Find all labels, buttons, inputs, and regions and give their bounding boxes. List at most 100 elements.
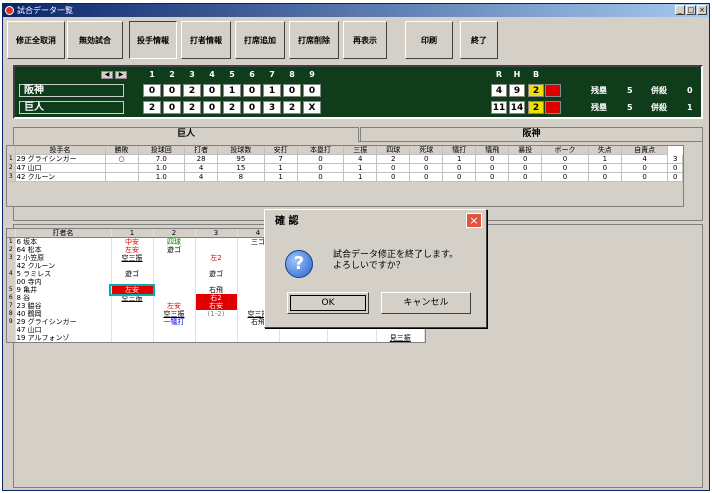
empty-cell: [138, 189, 185, 198]
toolbar-button-9[interactable]: 終了: [460, 21, 498, 59]
at-bat-result[interactable]: [279, 334, 328, 342]
at-bat-result[interactable]: 空三振: [111, 294, 154, 302]
toolbar-button-8[interactable]: 印刷: [405, 21, 453, 59]
minimize-button[interactable]: _: [675, 5, 685, 15]
at-bat-result[interactable]: [111, 262, 154, 270]
toolbar-button-2[interactable]: 無効試合: [67, 21, 123, 59]
zanrui-value: 5: [627, 103, 633, 112]
pitcher-stat: 0: [667, 163, 683, 173]
pitcher-stat: 0: [442, 163, 477, 173]
at-bat-result[interactable]: [153, 294, 196, 302]
empty-cell: [184, 189, 218, 198]
zanrui-label: 残塁: [591, 103, 607, 112]
at-bat-result[interactable]: [237, 334, 280, 342]
prev-inning-button[interactable]: ◀: [101, 71, 113, 79]
heisatsu-label: 併殺: [651, 86, 667, 95]
at-bat-result[interactable]: 遊ゴ: [153, 246, 196, 254]
cancel-button[interactable]: キャンセル: [381, 292, 471, 314]
pitcher-row[interactable]: 2 47 山口 1.0 4 15 1 0 1 0 0 0 0 0 0 0 0 0: [7, 163, 683, 173]
at-bat-result[interactable]: [195, 326, 238, 334]
at-bat-result[interactable]: [111, 326, 154, 334]
row-num-header: [7, 229, 16, 238]
at-bat-result[interactable]: 空三振: [111, 254, 154, 262]
empty-cell: [264, 181, 298, 190]
empty-cell: [667, 181, 683, 190]
at-bat-result[interactable]: 左安: [153, 302, 196, 310]
at-bat-result[interactable]: 右飛: [195, 286, 238, 294]
toolbar-button-5[interactable]: 打席追加: [235, 21, 285, 59]
inning-header: 3: [189, 70, 195, 79]
at-bat-result[interactable]: [153, 278, 196, 286]
at-bat-result[interactable]: 中安: [111, 237, 154, 246]
at-bat-result[interactable]: [111, 318, 154, 326]
at-bat-result[interactable]: [195, 334, 238, 342]
at-bat-result[interactable]: 一犠打: [153, 318, 196, 326]
at-bat-result[interactable]: [195, 237, 238, 246]
ok-button[interactable]: OK: [287, 292, 369, 314]
pitcher-stat: [105, 163, 139, 173]
tab-kyojin[interactable]: 巨人: [13, 127, 359, 142]
empty-cell: [475, 181, 509, 190]
pitcher-stat: 0: [409, 172, 444, 182]
row-num-header: [7, 146, 16, 155]
at-bat-result[interactable]: [327, 334, 377, 342]
total-header: [545, 70, 561, 79]
close-button[interactable]: ×: [697, 5, 707, 15]
at-bat-result[interactable]: 遊ゴ: [111, 270, 154, 278]
inning-header: 4: [209, 70, 215, 79]
toolbar-button-6[interactable]: 打席削除: [289, 21, 339, 59]
inning-header: 1: [149, 70, 155, 79]
row-number: 5: [7, 286, 16, 294]
at-bat-result[interactable]: [153, 326, 196, 334]
row-number: [7, 262, 16, 270]
at-bat-result[interactable]: 四球: [153, 237, 196, 246]
toolbar-button-4[interactable]: 打者情報: [181, 21, 231, 59]
tab-hanshin[interactable]: 阪神: [360, 127, 703, 141]
pitcher-col-header: 失点: [588, 146, 622, 155]
empty-cell: [297, 197, 344, 206]
at-bat-result[interactable]: 左安: [111, 246, 154, 254]
maximize-button[interactable]: □: [686, 5, 696, 15]
at-bat-result[interactable]: [153, 270, 196, 278]
at-bat-result[interactable]: [153, 286, 196, 294]
empty-cell: [264, 197, 298, 206]
dialog-close-icon[interactable]: ×: [466, 213, 482, 228]
at-bat-result[interactable]: [153, 334, 196, 342]
at-bat-result[interactable]: 右2: [195, 294, 238, 302]
at-bat-result[interactable]: [153, 262, 196, 270]
pitcher-col-header: 犠打: [442, 146, 477, 155]
at-bat-result[interactable]: 右安: [195, 302, 238, 310]
at-bat-result[interactable]: [195, 262, 238, 270]
next-inning-button[interactable]: ▶: [115, 71, 127, 79]
at-bat-result[interactable]: 左2: [195, 254, 238, 262]
batter-name: 29 グライシンガー: [15, 318, 112, 326]
toolbar-button-7[interactable]: 再表示: [343, 21, 387, 59]
pitcher-row[interactable]: 1 29 グライシンガー ○ 7.0 28 95 7 0 4 2 0 1 0 0 0 1 4 3: [7, 154, 683, 164]
at-bat-result[interactable]: [153, 254, 196, 262]
total-e: [545, 101, 561, 114]
at-bat-result[interactable]: (1-2): [195, 310, 238, 318]
pitcher-stat: 0: [588, 163, 622, 173]
at-bat-result[interactable]: [111, 310, 154, 318]
row-number: [7, 278, 16, 286]
pitcher-stat: 0: [588, 172, 622, 182]
zanrui-value: 5: [627, 86, 633, 95]
empty-cell: [475, 197, 509, 206]
at-bat-result[interactable]: [111, 278, 154, 286]
at-bat-result[interactable]: [111, 334, 154, 342]
batter-row[interactable]: 19 アルフォンゾ 見三振: [7, 334, 425, 342]
at-bat-result[interactable]: 空三振: [153, 310, 196, 318]
inning-score: 0: [303, 84, 321, 97]
at-bat-result[interactable]: [111, 302, 154, 310]
pitcher-row[interactable]: 3 42 クルーン 1.0 4 8 1 0 1 0 0 0 0 0 0 0 0 0: [7, 172, 683, 182]
at-bat-result[interactable]: [195, 318, 238, 326]
at-bat-result[interactable]: 左安: [109, 284, 155, 296]
inning-score: 2: [183, 101, 201, 114]
toolbar: 修正全取消 無効試合 投手情報 打者情報 打席追加 打席削除 再表示 印刷 終了: [5, 19, 707, 63]
at-bat-result[interactable]: [195, 246, 238, 254]
toolbar-button-3[interactable]: 投手情報: [129, 21, 177, 59]
at-bat-result[interactable]: 見三振: [376, 334, 425, 342]
at-bat-result[interactable]: [195, 278, 238, 286]
at-bat-result[interactable]: 遊ゴ: [195, 270, 238, 278]
toolbar-button-1[interactable]: 修正全取消: [7, 21, 65, 59]
